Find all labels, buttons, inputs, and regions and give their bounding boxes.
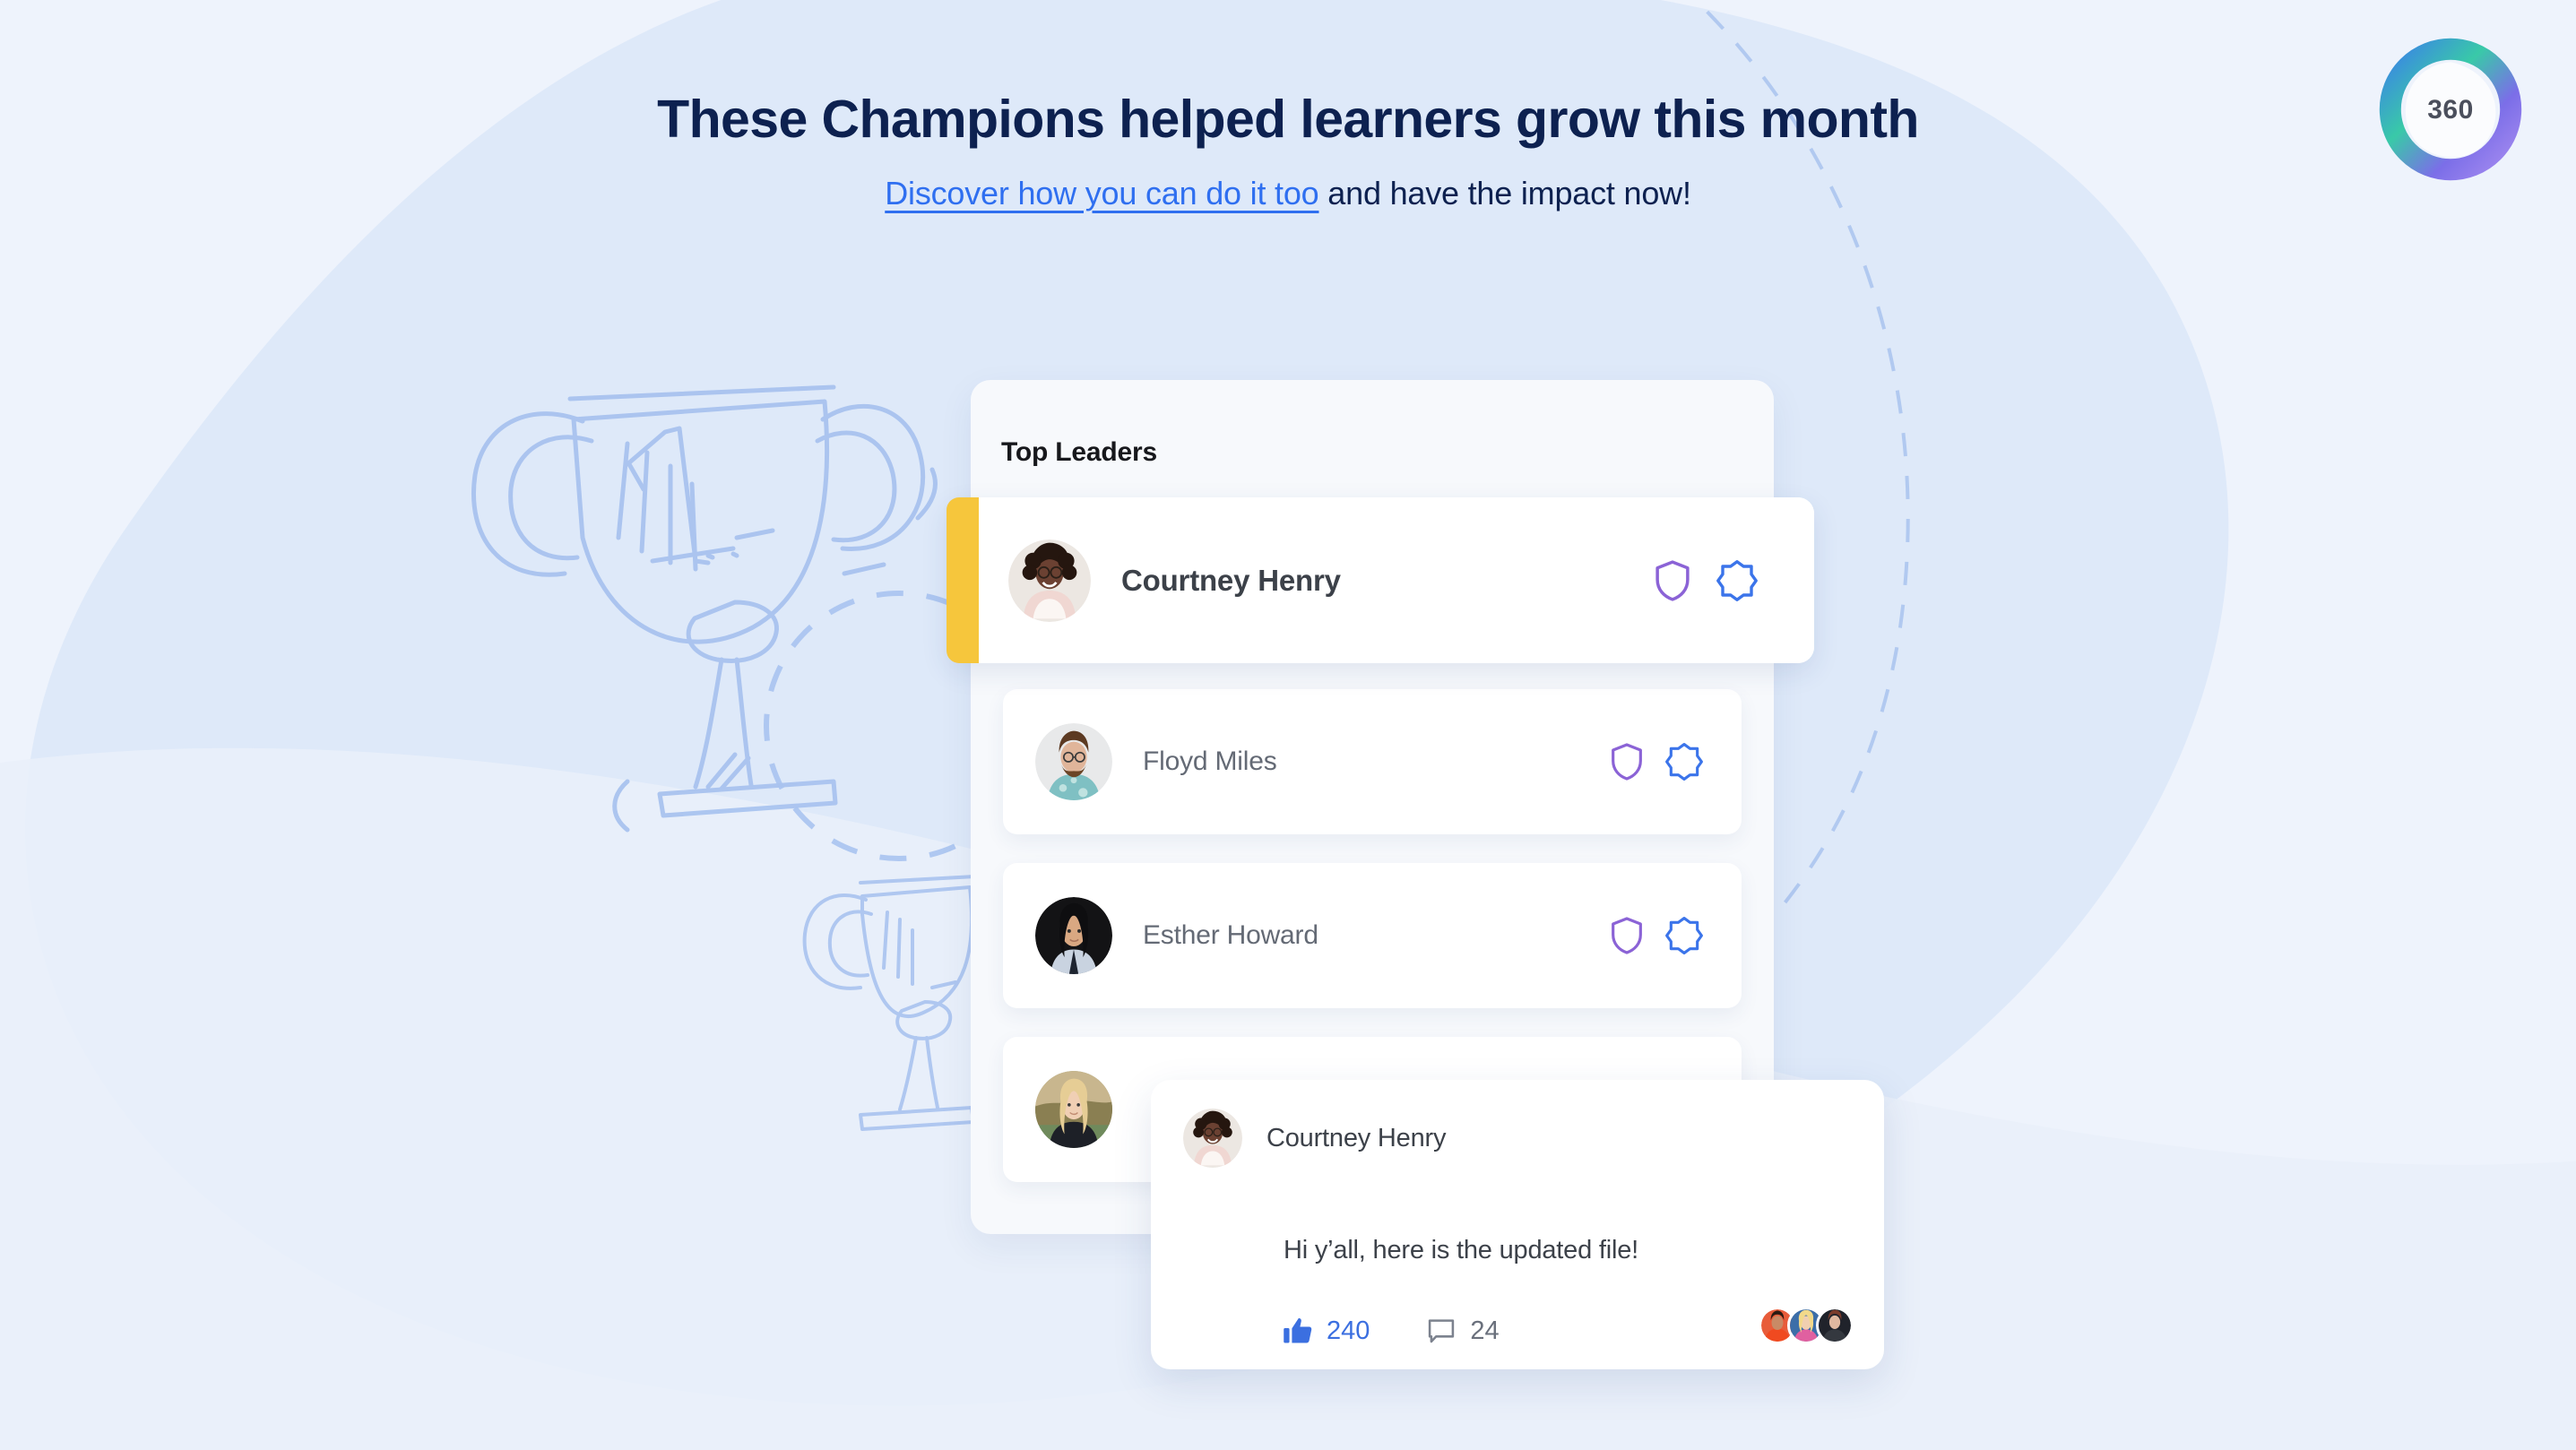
like-button[interactable]: 240: [1282, 1315, 1370, 1347]
shield-badge-icon[interactable]: [1609, 741, 1645, 782]
row-content: Courtney Henry: [979, 497, 1814, 663]
badge-group: [1609, 915, 1742, 956]
avatar-courtney-henry: [1008, 539, 1091, 622]
avatar-courtney-henry: [1183, 1109, 1242, 1168]
post-actions: 240 24: [1282, 1315, 1500, 1347]
page-title: These Champions helped learners grow thi…: [657, 90, 1919, 149]
post-author-name: Courtney Henry: [1266, 1123, 1447, 1152]
starburst-badge-icon[interactable]: [1664, 916, 1704, 955]
table-row[interactable]: Floyd Miles: [1003, 689, 1742, 834]
subtitle-rest: and have the impact now!: [1318, 174, 1691, 211]
post-message: Hi y’all, here is the updated file!: [1284, 1236, 1638, 1264]
badge-group: [1609, 741, 1742, 782]
trophy-illustration-small: [802, 875, 977, 1131]
starburst-badge-icon[interactable]: [1716, 559, 1759, 602]
comment-count: 24: [1470, 1316, 1500, 1345]
post-card: Courtney Henry Hi y’all, here is the upd…: [1151, 1080, 1884, 1369]
avatar: [1035, 723, 1112, 800]
discover-link[interactable]: Discover how you can do it too: [885, 175, 1318, 211]
subtitle: Discover how you can do it too and have …: [0, 175, 2576, 212]
shield-badge-icon[interactable]: [1653, 558, 1692, 603]
avatar: [1035, 1071, 1112, 1148]
avatar-fourth-leader: [1035, 1071, 1112, 1148]
panel-title: Top Leaders: [1001, 437, 1157, 467]
avatar: [1035, 897, 1112, 974]
avatar-esther-howard: [1035, 897, 1112, 974]
reactor-avatars: [1759, 1307, 1854, 1344]
thumbs-up-icon: [1284, 1317, 1312, 1343]
starburst-badge-icon[interactable]: [1664, 742, 1704, 781]
avatar-floyd-miles: [1035, 723, 1112, 800]
shield-badge-icon[interactable]: [1609, 915, 1645, 956]
headline-block: These Champions helped learners grow thi…: [0, 90, 2576, 212]
like-count: 240: [1327, 1316, 1370, 1345]
leader-name: Floyd Miles: [1143, 747, 1277, 776]
post-author-row: Courtney Henry: [1183, 1109, 1446, 1168]
table-row[interactable]: Courtney Henry: [947, 497, 1814, 663]
leader-name: Courtney Henry: [1121, 563, 1341, 597]
comment-bubble-icon: [1429, 1319, 1455, 1343]
avatar: [1816, 1307, 1854, 1344]
reactor-avatar-3: [1819, 1309, 1851, 1342]
badge-group: [1653, 558, 1814, 603]
table-row[interactable]: Esther Howard: [1003, 863, 1742, 1008]
avatar: [1183, 1109, 1242, 1168]
trophy-illustration-large: [471, 384, 938, 833]
comment-button[interactable]: 24: [1425, 1315, 1500, 1347]
avatar: [1008, 539, 1091, 622]
leader-name: Esther Howard: [1143, 920, 1318, 950]
